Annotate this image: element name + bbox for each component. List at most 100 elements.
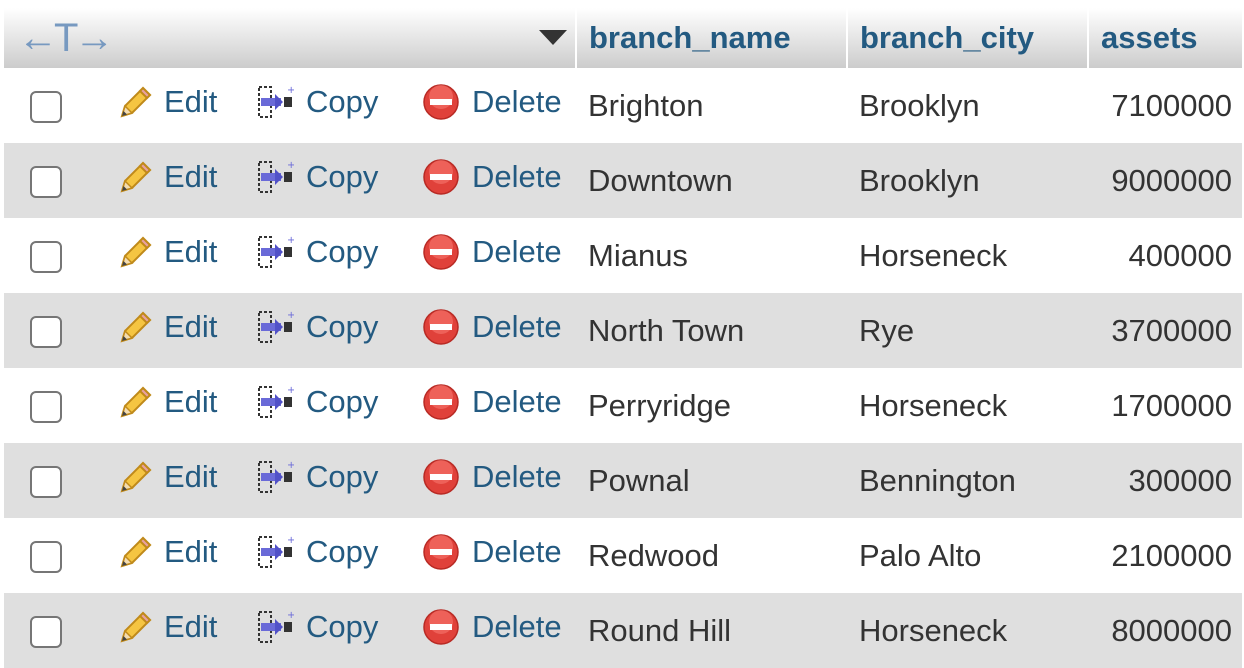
row-checkbox[interactable] xyxy=(30,316,62,349)
edit-cell: Edit xyxy=(104,218,244,293)
delete-cell: Delete xyxy=(404,443,576,518)
table-row: Edit + Copy D xyxy=(4,443,1242,518)
copy-label: Copy xyxy=(306,158,379,194)
svg-text:+: + xyxy=(287,310,294,321)
copy-link[interactable]: + Copy xyxy=(256,233,378,271)
cell-assets: 3700000 xyxy=(1111,312,1232,348)
delete-cell: Delete xyxy=(404,143,576,218)
row-checkbox[interactable] xyxy=(30,616,62,649)
edit-label: Edit xyxy=(164,83,218,119)
delete-label: Delete xyxy=(472,533,562,569)
copy-label: Copy xyxy=(306,383,379,419)
pencil-icon xyxy=(120,461,152,492)
column-resize-arrows-icon[interactable]: ←T→ xyxy=(18,18,114,58)
row-select-cell xyxy=(4,593,104,668)
copy-cell: + Copy xyxy=(244,293,404,368)
table-row: Edit + Copy D xyxy=(4,293,1242,368)
row-select-cell xyxy=(4,368,104,443)
edit-cell: Edit xyxy=(104,68,244,143)
row-checkbox[interactable] xyxy=(30,391,62,424)
row-checkbox[interactable] xyxy=(30,166,62,199)
cell-assets: 8000000 xyxy=(1111,612,1232,648)
edit-label: Edit xyxy=(164,233,218,269)
pencil-icon xyxy=(120,161,152,192)
row-checkbox[interactable] xyxy=(30,241,62,274)
result-grid-container: ←T→ branch_name branch_city assets Edit … xyxy=(0,0,1244,668)
cell-branch-name: Round Hill xyxy=(588,612,732,648)
row-select-cell xyxy=(4,143,104,218)
edit-link[interactable]: Edit xyxy=(116,382,217,422)
insert-row-icon: + xyxy=(258,235,294,268)
svg-text:+: + xyxy=(287,160,294,171)
cell-branch-name: North Town xyxy=(588,312,745,348)
delete-link[interactable]: Delete xyxy=(422,383,562,421)
delete-link[interactable]: Delete xyxy=(422,608,562,646)
cell-branch-name: Pownal xyxy=(588,462,690,498)
copy-link[interactable]: + Copy xyxy=(256,83,378,121)
copy-label: Copy xyxy=(306,608,379,644)
edit-label: Edit xyxy=(164,458,218,494)
sort-dropdown-icon[interactable] xyxy=(539,30,567,45)
row-select-cell xyxy=(4,68,104,143)
copy-label: Copy xyxy=(306,533,379,569)
copy-link[interactable]: + Copy xyxy=(256,533,378,571)
cell-branch-city: Brooklyn xyxy=(859,162,980,198)
column-header-branch-city[interactable]: branch_city xyxy=(847,8,1089,68)
delete-link[interactable]: Delete xyxy=(422,458,562,496)
cell-branch-city: Rye xyxy=(859,312,915,348)
svg-text:+: + xyxy=(287,235,294,246)
copy-cell: + Copy xyxy=(244,143,404,218)
copy-cell: + Copy xyxy=(244,368,404,443)
edit-link[interactable]: Edit xyxy=(116,307,217,347)
cell-assets: 2100000 xyxy=(1111,537,1232,573)
delete-cell: Delete xyxy=(404,293,576,368)
edit-cell: Edit xyxy=(104,368,244,443)
copy-link[interactable]: + Copy xyxy=(256,308,378,346)
cell-branch-city: Horseneck xyxy=(859,612,1008,648)
edit-cell: Edit xyxy=(104,443,244,518)
edit-link[interactable]: Edit xyxy=(116,532,217,572)
row-checkbox[interactable] xyxy=(30,91,62,124)
pencil-icon xyxy=(120,311,152,342)
edit-label: Edit xyxy=(164,158,218,194)
copy-link[interactable]: + Copy xyxy=(256,458,378,496)
delete-link[interactable]: Delete xyxy=(422,83,562,121)
delete-link[interactable]: Delete xyxy=(422,308,562,346)
column-header-branch-name[interactable]: branch_name xyxy=(576,8,848,68)
edit-link[interactable]: Edit xyxy=(116,82,217,122)
edit-link[interactable]: Edit xyxy=(116,157,217,197)
copy-link[interactable]: + Copy xyxy=(256,383,378,421)
svg-text:+: + xyxy=(287,460,294,471)
header-options-cell: ←T→ xyxy=(4,8,577,68)
row-checkbox[interactable] xyxy=(30,466,62,499)
svg-text:+: + xyxy=(287,535,294,546)
edit-cell: Edit xyxy=(104,593,244,668)
delete-icon xyxy=(423,458,459,495)
table-row: Edit + Copy D xyxy=(4,68,1242,143)
edit-cell: Edit xyxy=(104,293,244,368)
edit-link[interactable]: Edit xyxy=(116,607,217,647)
delete-cell: Delete xyxy=(404,518,576,593)
edit-cell: Edit xyxy=(104,518,244,593)
delete-icon xyxy=(423,158,459,195)
edit-cell: Edit xyxy=(104,143,244,218)
edit-link[interactable]: Edit xyxy=(116,457,217,497)
insert-row-icon: + xyxy=(258,160,294,193)
copy-label: Copy xyxy=(306,458,379,494)
delete-link[interactable]: Delete xyxy=(422,158,562,196)
copy-link[interactable]: + Copy xyxy=(256,608,378,646)
row-checkbox[interactable] xyxy=(30,541,62,574)
column-header-assets[interactable]: assets xyxy=(1088,8,1242,68)
insert-row-icon: + xyxy=(258,85,294,118)
insert-row-icon: + xyxy=(258,610,294,643)
row-select-cell xyxy=(4,443,104,518)
insert-row-icon: + xyxy=(258,460,294,493)
edit-link[interactable]: Edit xyxy=(116,232,217,272)
copy-link[interactable]: + Copy xyxy=(256,158,378,196)
table-row: Edit + Copy D xyxy=(4,593,1242,668)
cell-branch-city: Horseneck xyxy=(859,387,1008,423)
delete-link[interactable]: Delete xyxy=(422,533,562,571)
edit-label: Edit xyxy=(164,608,218,644)
delete-link[interactable]: Delete xyxy=(422,233,562,271)
pencil-icon xyxy=(120,236,152,267)
